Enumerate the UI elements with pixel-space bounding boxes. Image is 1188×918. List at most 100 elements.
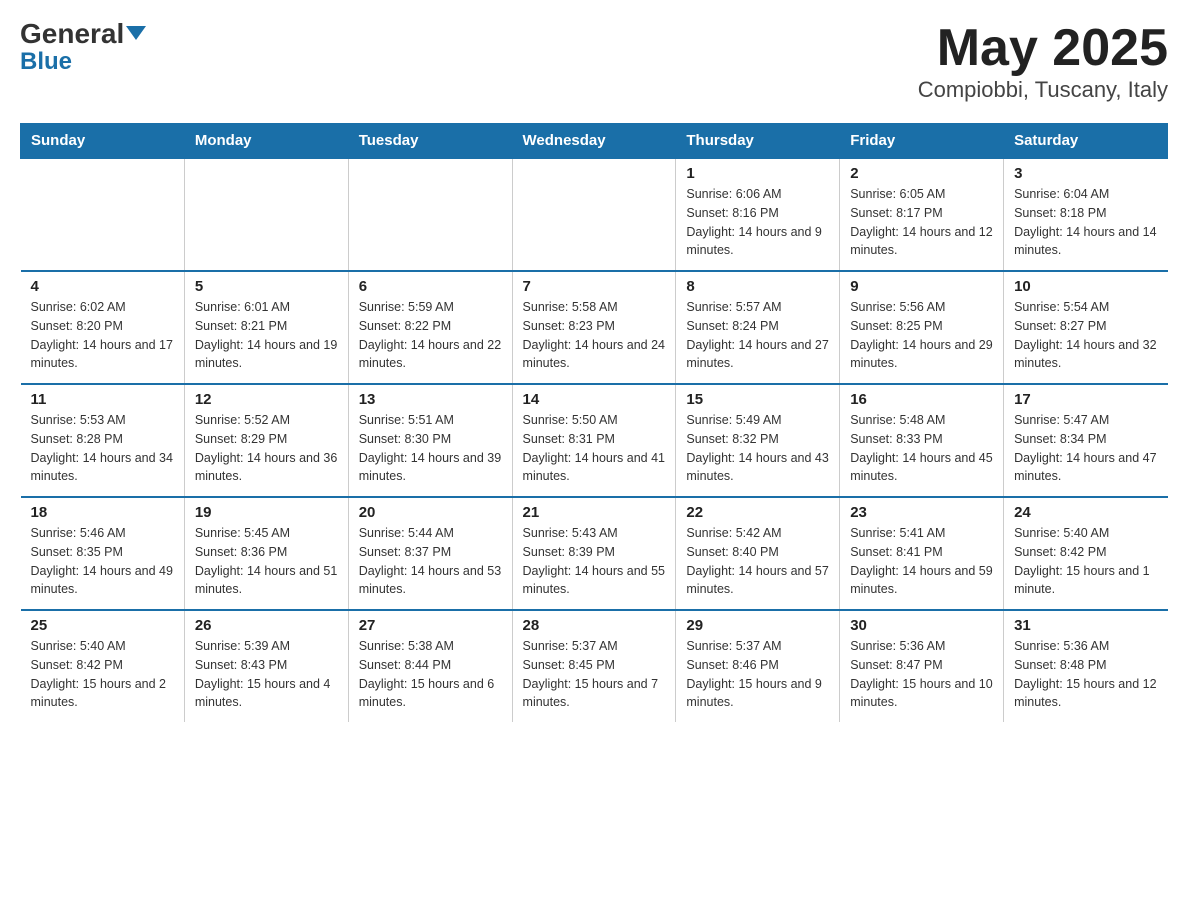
day-number: 4 bbox=[31, 278, 174, 295]
logo-blue: Blue bbox=[20, 50, 72, 74]
day-number: 31 bbox=[1014, 617, 1157, 634]
day-number: 14 bbox=[523, 391, 666, 408]
day-number: 28 bbox=[523, 617, 666, 634]
day-number: 11 bbox=[31, 391, 174, 408]
calendar-cell: 24 Sunrise: 5:40 AMSunset: 8:42 PMDayligh… bbox=[1004, 497, 1168, 610]
calendar-cell bbox=[184, 158, 348, 271]
calendar-cell: 21Sunrise: 5:43 AMSunset: 8:39 PMDayligh… bbox=[512, 497, 676, 610]
calendar-header-row: SundayMondayTuesdayWednesdayThursdayFrid… bbox=[21, 124, 1168, 159]
day-number: 15 bbox=[686, 391, 829, 408]
day-number: 22 bbox=[686, 504, 829, 521]
day-header-sunday: Sunday bbox=[21, 124, 185, 159]
calendar-cell: 9 Sunrise: 5:56 AMSunset: 8:25 PMDaylight… bbox=[840, 271, 1004, 384]
calendar-cell: 17 Sunrise: 5:47 AMSunset: 8:34 PMDayligh… bbox=[1004, 384, 1168, 497]
calendar-cell: 26 Sunrise: 5:39 AMSunset: 8:43 PMDayligh… bbox=[184, 610, 348, 722]
day-header-wednesday: Wednesday bbox=[512, 124, 676, 159]
day-number: 9 bbox=[850, 278, 993, 295]
day-info: Sunrise: 5:56 AMSunset: 8:25 PMDaylight:… bbox=[850, 298, 993, 373]
day-number: 13 bbox=[359, 391, 502, 408]
day-info: Sunrise: 5:40 AMSunset: 8:42 PMDaylight:… bbox=[31, 637, 174, 712]
calendar-cell: 16Sunrise: 5:48 AMSunset: 8:33 PMDayligh… bbox=[840, 384, 1004, 497]
calendar-cell bbox=[21, 158, 185, 271]
calendar-cell: 19Sunrise: 5:45 AMSunset: 8:36 PMDayligh… bbox=[184, 497, 348, 610]
logo-general: General bbox=[20, 20, 146, 48]
day-info: Sunrise: 5:36 AMSunset: 8:48 PMDaylight:… bbox=[1014, 637, 1157, 712]
calendar-subtitle: Compiobbi, Tuscany, Italy bbox=[918, 77, 1168, 103]
day-number: 8 bbox=[686, 278, 829, 295]
day-number: 17 bbox=[1014, 391, 1157, 408]
day-info: Sunrise: 5:50 AMSunset: 8:31 PMDaylight:… bbox=[523, 411, 666, 486]
day-number: 27 bbox=[359, 617, 502, 634]
day-number: 1 bbox=[686, 165, 829, 182]
day-info: Sunrise: 6:01 AMSunset: 8:21 PMDaylight:… bbox=[195, 298, 338, 373]
day-info: Sunrise: 5:41 AMSunset: 8:41 PMDaylight:… bbox=[850, 524, 993, 599]
calendar-cell: 22 Sunrise: 5:42 AMSunset: 8:40 PMDayligh… bbox=[676, 497, 840, 610]
calendar-cell: 8Sunrise: 5:57 AMSunset: 8:24 PMDaylight… bbox=[676, 271, 840, 384]
calendar-cell: 20Sunrise: 5:44 AMSunset: 8:37 PMDayligh… bbox=[348, 497, 512, 610]
day-info: Sunrise: 5:47 AMSunset: 8:34 PMDaylight:… bbox=[1014, 411, 1157, 486]
calendar-cell: 13 Sunrise: 5:51 AMSunset: 8:30 PMDayligh… bbox=[348, 384, 512, 497]
day-info: Sunrise: 5:36 AMSunset: 8:47 PMDaylight:… bbox=[850, 637, 993, 712]
calendar-week-row: 4 Sunrise: 6:02 AMSunset: 8:20 PMDaylight… bbox=[21, 271, 1168, 384]
day-info: Sunrise: 5:46 AMSunset: 8:35 PMDaylight:… bbox=[31, 524, 174, 599]
calendar-cell: 1Sunrise: 6:06 AMSunset: 8:16 PMDaylight… bbox=[676, 158, 840, 271]
day-info: Sunrise: 5:59 AMSunset: 8:22 PMDaylight:… bbox=[359, 298, 502, 373]
day-info: Sunrise: 5:39 AMSunset: 8:43 PMDaylight:… bbox=[195, 637, 338, 712]
day-number: 29 bbox=[686, 617, 829, 634]
day-header-saturday: Saturday bbox=[1004, 124, 1168, 159]
title-area: May 2025 Compiobbi, Tuscany, Italy bbox=[918, 20, 1168, 103]
day-number: 18 bbox=[31, 504, 174, 521]
day-number: 6 bbox=[359, 278, 502, 295]
calendar-cell: 11Sunrise: 5:53 AMSunset: 8:28 PMDayligh… bbox=[21, 384, 185, 497]
page-header: General Blue May 2025 Compiobbi, Tuscany… bbox=[20, 20, 1168, 103]
day-number: 5 bbox=[195, 278, 338, 295]
calendar-week-row: 25 Sunrise: 5:40 AMSunset: 8:42 PMDayligh… bbox=[21, 610, 1168, 722]
day-info: Sunrise: 5:40 AMSunset: 8:42 PMDaylight:… bbox=[1014, 524, 1157, 599]
day-number: 30 bbox=[850, 617, 993, 634]
calendar-cell: 7Sunrise: 5:58 AMSunset: 8:23 PMDaylight… bbox=[512, 271, 676, 384]
calendar-cell: 30 Sunrise: 5:36 AMSunset: 8:47 PMDayligh… bbox=[840, 610, 1004, 722]
calendar-cell: 3Sunrise: 6:04 AMSunset: 8:18 PMDaylight… bbox=[1004, 158, 1168, 271]
day-info: Sunrise: 6:02 AMSunset: 8:20 PMDaylight:… bbox=[31, 298, 174, 373]
calendar-cell: 12 Sunrise: 5:52 AMSunset: 8:29 PMDayligh… bbox=[184, 384, 348, 497]
calendar-title: May 2025 bbox=[918, 20, 1168, 77]
logo-arrow-icon bbox=[126, 26, 146, 40]
day-header-friday: Friday bbox=[840, 124, 1004, 159]
day-info: Sunrise: 5:37 AMSunset: 8:45 PMDaylight:… bbox=[523, 637, 666, 712]
calendar-cell: 6 Sunrise: 5:59 AMSunset: 8:22 PMDaylight… bbox=[348, 271, 512, 384]
day-number: 26 bbox=[195, 617, 338, 634]
day-info: Sunrise: 5:52 AMSunset: 8:29 PMDaylight:… bbox=[195, 411, 338, 486]
day-number: 24 bbox=[1014, 504, 1157, 521]
calendar-cell: 14 Sunrise: 5:50 AMSunset: 8:31 PMDayligh… bbox=[512, 384, 676, 497]
logo: General Blue bbox=[20, 20, 146, 74]
day-info: Sunrise: 5:54 AMSunset: 8:27 PMDaylight:… bbox=[1014, 298, 1157, 373]
calendar-cell: 15 Sunrise: 5:49 AMSunset: 8:32 PMDayligh… bbox=[676, 384, 840, 497]
day-number: 25 bbox=[31, 617, 174, 634]
day-number: 16 bbox=[850, 391, 993, 408]
day-number: 7 bbox=[523, 278, 666, 295]
day-number: 10 bbox=[1014, 278, 1157, 295]
day-info: Sunrise: 5:42 AMSunset: 8:40 PMDaylight:… bbox=[686, 524, 829, 599]
day-info: Sunrise: 5:43 AMSunset: 8:39 PMDaylight:… bbox=[523, 524, 666, 599]
calendar-cell bbox=[348, 158, 512, 271]
calendar-cell: 2Sunrise: 6:05 AMSunset: 8:17 PMDaylight… bbox=[840, 158, 1004, 271]
day-info: Sunrise: 6:05 AMSunset: 8:17 PMDaylight:… bbox=[850, 185, 993, 260]
calendar-cell bbox=[512, 158, 676, 271]
calendar-cell: 27Sunrise: 5:38 AMSunset: 8:44 PMDayligh… bbox=[348, 610, 512, 722]
day-number: 12 bbox=[195, 391, 338, 408]
calendar-cell: 10 Sunrise: 5:54 AMSunset: 8:27 PMDayligh… bbox=[1004, 271, 1168, 384]
day-info: Sunrise: 5:49 AMSunset: 8:32 PMDaylight:… bbox=[686, 411, 829, 486]
day-info: Sunrise: 5:37 AMSunset: 8:46 PMDaylight:… bbox=[686, 637, 829, 712]
calendar-cell: 28 Sunrise: 5:37 AMSunset: 8:45 PMDayligh… bbox=[512, 610, 676, 722]
day-number: 3 bbox=[1014, 165, 1157, 182]
day-number: 23 bbox=[850, 504, 993, 521]
day-info: Sunrise: 5:51 AMSunset: 8:30 PMDaylight:… bbox=[359, 411, 502, 486]
day-header-thursday: Thursday bbox=[676, 124, 840, 159]
day-info: Sunrise: 5:45 AMSunset: 8:36 PMDaylight:… bbox=[195, 524, 338, 599]
calendar-week-row: 18 Sunrise: 5:46 AMSunset: 8:35 PMDayligh… bbox=[21, 497, 1168, 610]
calendar-cell: 31 Sunrise: 5:36 AMSunset: 8:48 PMDayligh… bbox=[1004, 610, 1168, 722]
day-header-tuesday: Tuesday bbox=[348, 124, 512, 159]
calendar-week-row: 11Sunrise: 5:53 AMSunset: 8:28 PMDayligh… bbox=[21, 384, 1168, 497]
calendar-cell: 4 Sunrise: 6:02 AMSunset: 8:20 PMDaylight… bbox=[21, 271, 185, 384]
calendar-cell: 23 Sunrise: 5:41 AMSunset: 8:41 PMDayligh… bbox=[840, 497, 1004, 610]
